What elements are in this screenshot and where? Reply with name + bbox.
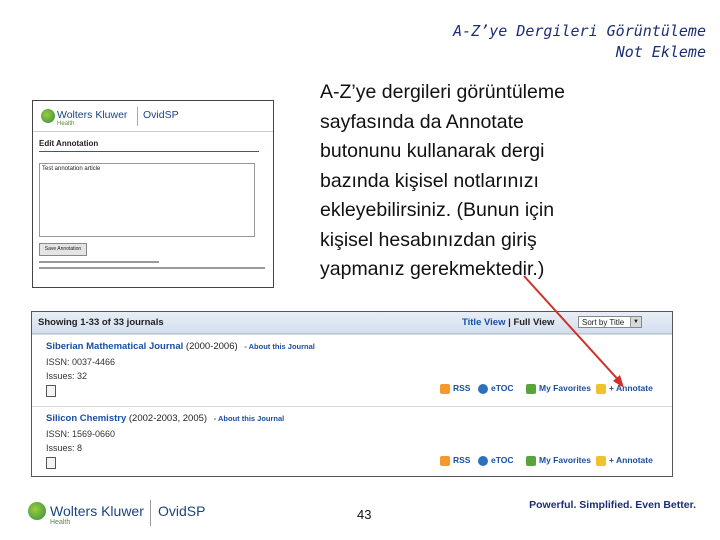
footer-product-name: OvidSP — [158, 503, 206, 519]
footer-brand-name: Wolters Kluwer — [50, 503, 144, 519]
page-number: 43 — [357, 507, 372, 522]
footer-logo: Wolters Kluwer Health OvidSP — [24, 500, 224, 528]
wolters-kluwer-logo-icon — [28, 502, 46, 520]
pointer-arrow — [523, 275, 624, 388]
arrow-line — [523, 275, 623, 385]
footer-divider — [150, 500, 151, 526]
footer-brand-sub: Health — [50, 519, 71, 526]
tagline: Powerful. Simplified. Even Better. — [529, 499, 696, 511]
